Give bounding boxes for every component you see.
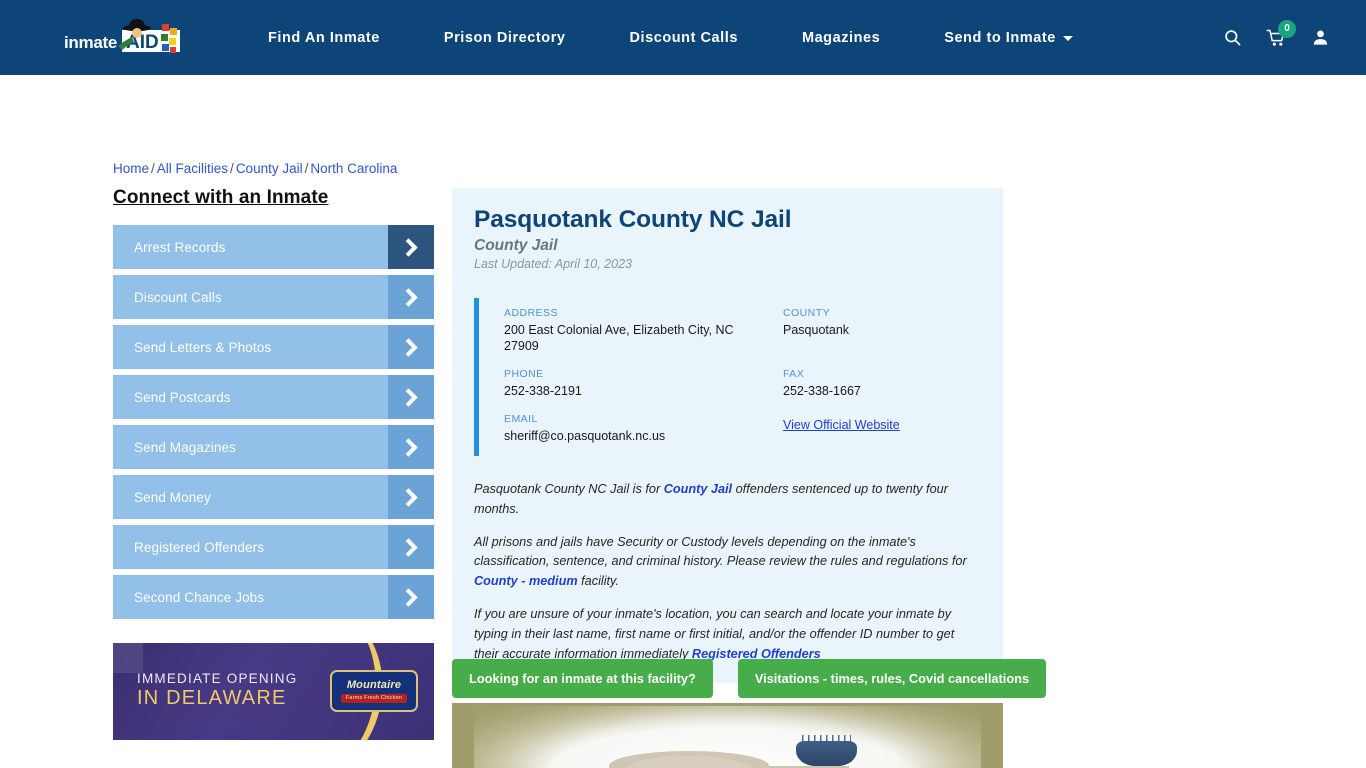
- ad-advertiser-tagline: Farms Fresh Chicken: [340, 693, 408, 703]
- ad-headline-line2: IN DELAWARE: [137, 686, 287, 709]
- sidebar-item-label: Discount Calls: [134, 289, 222, 305]
- ad-advertiser-logo: Mountaire Farms Fresh Chicken: [330, 670, 418, 712]
- nav-item-discount-calls[interactable]: Discount Calls: [630, 24, 738, 52]
- breadcrumb-separator: /: [151, 161, 155, 176]
- looking-for-inmate-button[interactable]: Looking for an inmate at this facility?: [452, 659, 713, 698]
- facility-photo: PASQUOTANK COUNTY PUBLIC SAFETY: [452, 703, 1003, 768]
- chevron-right-icon: [388, 575, 434, 619]
- search-icon: [1224, 30, 1240, 46]
- field-label-email: EMAIL: [504, 413, 538, 425]
- field-label-fax: FAX: [783, 368, 805, 380]
- description-paragraph-1: Pasquotank County NC Jail is for County …: [474, 480, 981, 520]
- desc-p1-link-county-jail[interactable]: County Jail: [664, 482, 732, 496]
- last-updated-text: Last Updated: April 10, 2023: [474, 257, 632, 271]
- nav-item-prison-directory[interactable]: Prison Directory: [444, 24, 566, 52]
- contact-details-block: ADDRESS 200 East Colonial Ave, Elizabeth…: [474, 298, 981, 456]
- sidebar-item-label: Send Money: [134, 489, 211, 505]
- sidebar-heading: Connect with an Inmate: [113, 187, 329, 208]
- sidebar: Connect with an Inmate Arrest Records Di…: [113, 187, 434, 625]
- svg-text:inmate: inmate: [64, 33, 117, 52]
- desc-p2-text-a: All prisons and jails have Security or C…: [474, 534, 967, 569]
- chevron-down-icon: [1062, 36, 1073, 41]
- description-paragraph-3: If you are unsure of your inmate's locat…: [474, 605, 981, 664]
- photo-water-tank: [796, 740, 857, 766]
- breadcrumb-item-all-facilities[interactable]: All Facilities: [157, 161, 228, 176]
- field-value-phone: 252-338-2191: [504, 384, 582, 398]
- field-address: ADDRESS 200 East Colonial Ave, Elizabeth…: [504, 307, 783, 354]
- top-navigation-bar: AID inmate Find An Inmate Prison Directo…: [0, 0, 1366, 75]
- field-website: View Official Website: [783, 416, 981, 444]
- sidebar-item-send-money[interactable]: Send Money: [113, 475, 434, 519]
- facility-action-buttons: Looking for an inmate at this facility? …: [452, 659, 1047, 698]
- sidebar-item-send-postcards[interactable]: Send Postcards: [113, 375, 434, 419]
- field-label-address: ADDRESS: [504, 307, 558, 319]
- sidebar-item-second-chance-jobs[interactable]: Second Chance Jobs: [113, 575, 434, 619]
- field-value-email: sheriff@co.pasquotank.nc.us: [504, 429, 666, 443]
- account-button[interactable]: [1298, 18, 1342, 58]
- nav-item-find-an-inmate[interactable]: Find An Inmate: [268, 24, 380, 52]
- field-fax: FAX 252-338-1667: [783, 368, 981, 399]
- chevron-right-icon: [388, 275, 434, 319]
- breadcrumb: Home / All Facilities / County Jail / North Ca…: [113, 161, 397, 176]
- inmateaid-logo-icon: AID inmate: [64, 18, 180, 53]
- cart-count-badge: 0: [1278, 19, 1296, 38]
- nav-icon-group: 0: [1210, 18, 1342, 58]
- sidebar-item-label: Arrest Records: [134, 239, 226, 255]
- desc-p1-text-a: Pasquotank County NC Jail is for: [474, 482, 664, 496]
- ad-advertiser-name: Mountaire: [346, 678, 402, 691]
- sidebar-item-label: Send Magazines: [134, 439, 236, 455]
- view-official-website-link[interactable]: View Official Website: [783, 418, 900, 432]
- field-county: COUNTY Pasquotank: [783, 307, 981, 354]
- sidebar-item-discount-calls[interactable]: Discount Calls: [113, 275, 434, 319]
- ad-text-block: IMMEDIATE OPENING IN DELAWARE: [137, 671, 297, 711]
- sidebar-item-label: Send Postcards: [134, 389, 231, 405]
- sidebar-item-send-magazines[interactable]: Send Magazines: [113, 425, 434, 469]
- field-value-fax: 252-338-1667: [783, 384, 861, 398]
- description-paragraph-2: All prisons and jails have Security or C…: [474, 533, 981, 592]
- breadcrumb-item-county-jail[interactable]: County Jail: [236, 161, 303, 176]
- page-body: Home / All Facilities / County Jail / North Ca…: [0, 75, 1366, 768]
- nav-item-magazines[interactable]: Magazines: [802, 24, 880, 52]
- sidebar-advertisement[interactable]: IMMEDIATE OPENING IN DELAWARE Mountaire …: [113, 643, 434, 740]
- field-phone: PHONE 252-338-2191: [504, 368, 783, 399]
- nav-item-send-to-inmate[interactable]: Send to Inmate: [944, 24, 1073, 52]
- sidebar-item-label: Second Chance Jobs: [134, 589, 265, 605]
- chevron-right-icon: [388, 375, 434, 419]
- chevron-right-icon: [388, 475, 434, 519]
- chevron-right-icon: [388, 225, 434, 269]
- site-logo[interactable]: AID inmate: [62, 16, 212, 60]
- desc-p2-text-b: facility.: [577, 574, 619, 589]
- chevron-right-icon: [388, 525, 434, 569]
- field-label-county: COUNTY: [783, 307, 831, 319]
- nav-item-send-to-inmate-label: Send to Inmate: [944, 29, 1056, 46]
- sidebar-item-arrest-records[interactable]: Arrest Records: [113, 225, 434, 269]
- chevron-right-icon: [388, 325, 434, 369]
- breadcrumb-separator: /: [230, 161, 234, 176]
- cart-button[interactable]: 0: [1254, 18, 1298, 58]
- breadcrumb-item-home[interactable]: Home: [113, 161, 149, 176]
- field-label-phone: PHONE: [504, 368, 544, 380]
- breadcrumb-separator: /: [304, 161, 309, 176]
- facility-photo-illustration: PASQUOTANK COUNTY PUBLIC SAFETY: [452, 703, 1003, 768]
- sidebar-item-label: Registered Offenders: [134, 539, 265, 555]
- facility-description: Pasquotank County NC Jail is for County …: [474, 480, 981, 665]
- field-email: EMAIL sheriff@co.pasquotank.nc.us: [504, 413, 783, 444]
- sidebar-item-label: Send Letters & Photos: [134, 339, 272, 355]
- ad-headline-line1: IMMEDIATE OPENING: [137, 671, 298, 686]
- breadcrumb-item-north-carolina[interactable]: North Carolina: [310, 161, 397, 176]
- sidebar-item-send-letters-photos[interactable]: Send Letters & Photos: [113, 325, 434, 369]
- visitations-info-button[interactable]: Visitations - times, rules, Covid cancel…: [737, 659, 1047, 698]
- desc-p2-link-county-medium[interactable]: County - medium: [474, 574, 578, 588]
- facility-type: County Jail: [474, 237, 558, 254]
- sidebar-item-registered-offenders[interactable]: Registered Offenders: [113, 525, 434, 569]
- primary-nav: Find An Inmate Prison Directory Discount…: [212, 24, 1210, 52]
- chevron-right-icon: [388, 425, 434, 469]
- search-button[interactable]: [1210, 18, 1254, 58]
- facility-info-card: Pasquotank County NC Jail County Jail La…: [452, 188, 1003, 683]
- ad-corner-accent: [113, 643, 143, 673]
- field-value-county: Pasquotank: [783, 323, 850, 337]
- page-title: Pasquotank County NC Jail: [474, 206, 792, 233]
- user-icon: [1313, 30, 1327, 45]
- field-value-address: 200 East Colonial Ave, Elizabeth City, N…: [504, 323, 734, 353]
